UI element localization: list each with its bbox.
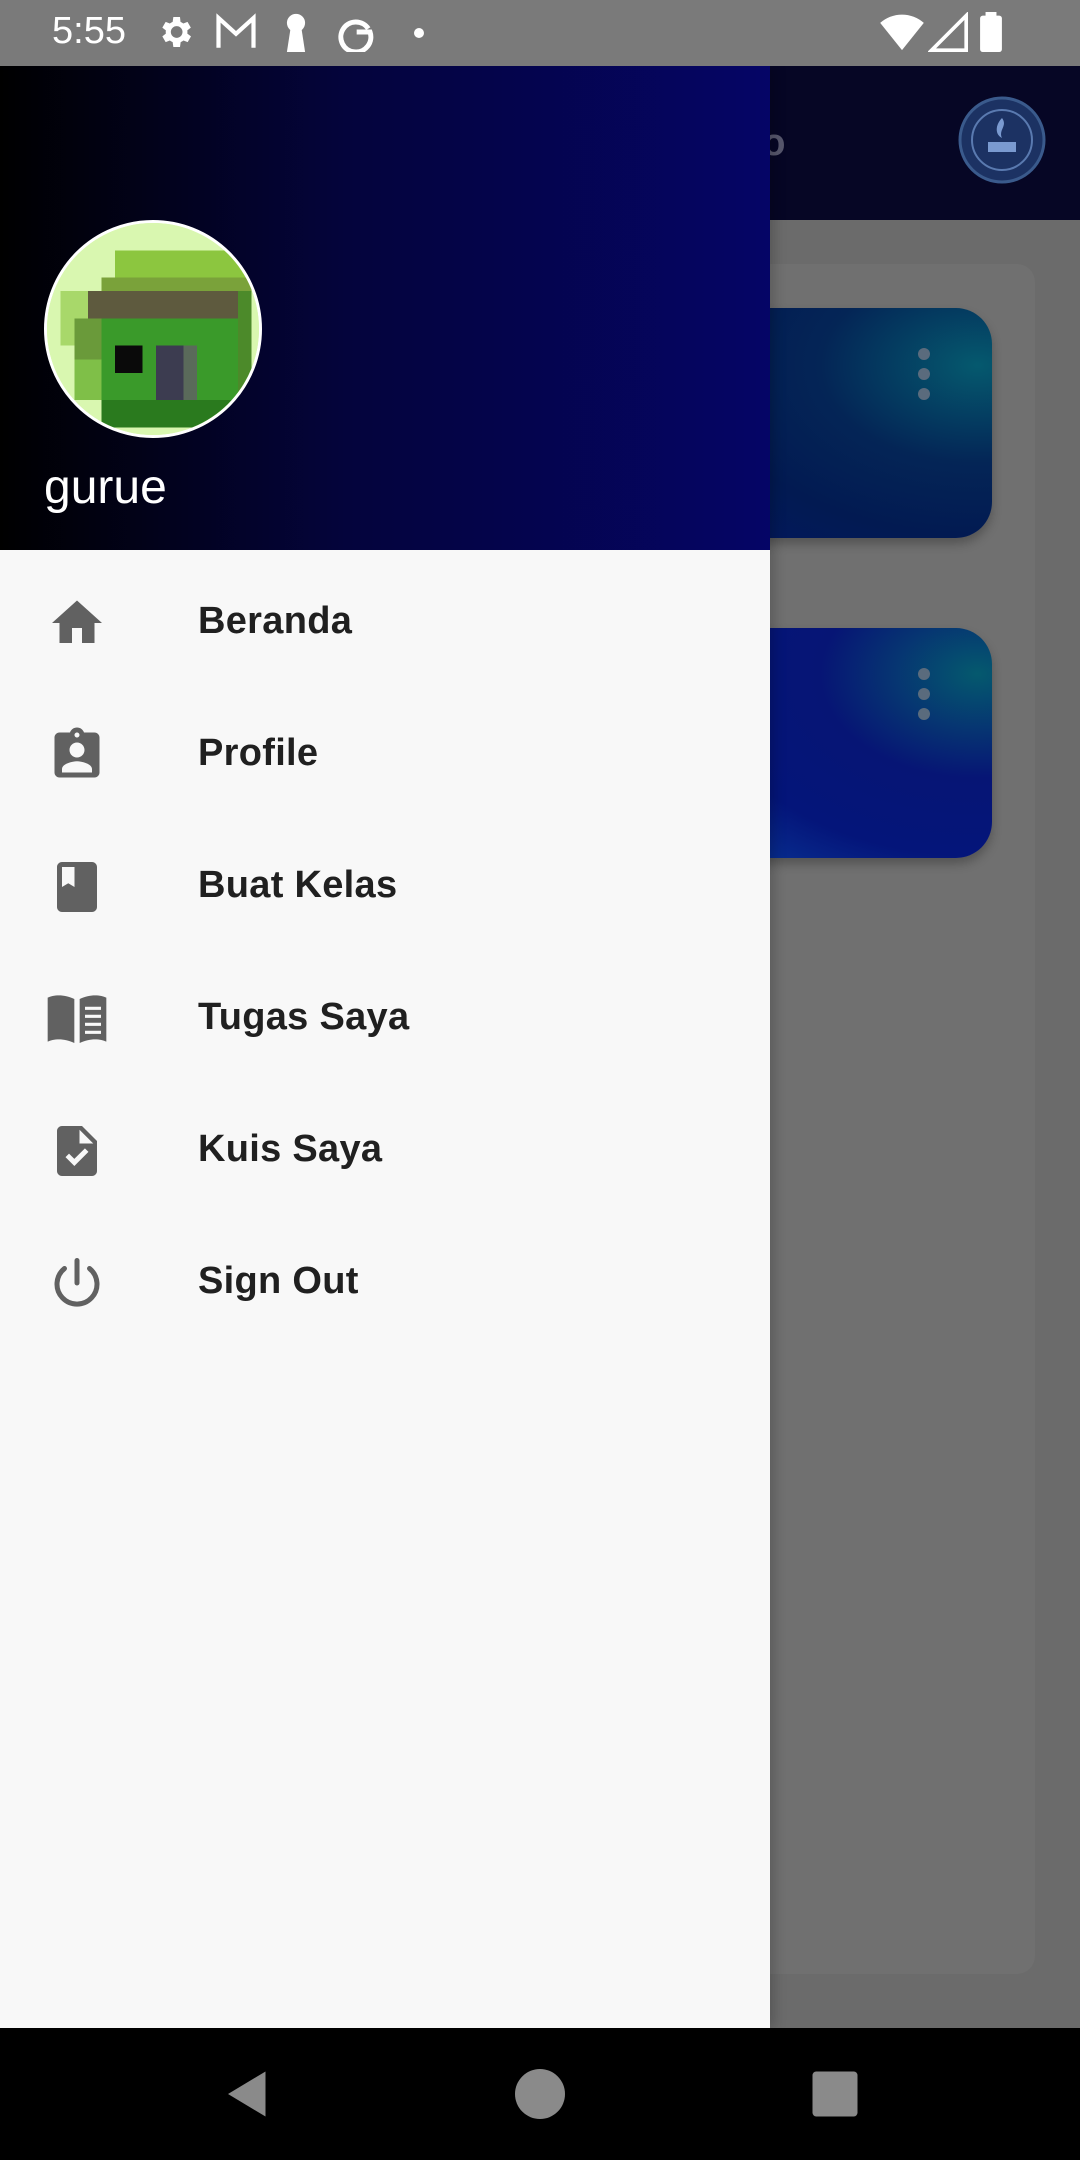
system-nav-bar	[0, 2028, 1080, 2160]
status-bar: 5:55	[0, 0, 1080, 66]
status-time: 5:55	[52, 10, 126, 52]
menu-item-label: Beranda	[198, 600, 353, 642]
school-seal-logo	[958, 96, 1046, 184]
menu-item-label: Buat Kelas	[198, 864, 398, 906]
document-check-icon	[44, 1118, 110, 1184]
power-icon	[44, 1250, 110, 1316]
menu-item-kuis-saya[interactable]: Kuis Saya	[0, 1078, 770, 1210]
recents-button[interactable]	[805, 2064, 865, 2124]
battery-icon	[980, 12, 1002, 57]
more-vert-icon[interactable]	[918, 348, 932, 402]
drawer-header: gurue	[0, 66, 770, 550]
menu-item-profile[interactable]: Profile	[0, 682, 770, 814]
menu-item-label: Profile	[198, 732, 319, 774]
avatar[interactable]	[44, 220, 262, 438]
menu-item-beranda[interactable]: Beranda	[0, 550, 770, 682]
menu-item-tugas-saya[interactable]: Tugas Saya	[0, 946, 770, 1078]
drawer-menu: Beranda Profile Buat Kelas Tugas Saya Ku…	[0, 550, 770, 1342]
back-button[interactable]	[218, 2064, 278, 2124]
profile-badge-icon	[44, 722, 110, 788]
menu-item-sign-out[interactable]: Sign Out	[0, 1210, 770, 1342]
menu-item-label: Tugas Saya	[198, 996, 410, 1038]
signal-icon	[927, 11, 968, 57]
gear-icon	[155, 12, 195, 57]
home-button[interactable]	[510, 2064, 570, 2124]
menu-item-label: Sign Out	[198, 1260, 359, 1302]
menu-item-label: Kuis Saya	[198, 1128, 383, 1170]
open-book-icon	[44, 986, 110, 1052]
dot-icon	[413, 26, 425, 44]
gmail-icon	[215, 12, 257, 57]
google-icon	[335, 12, 375, 57]
wifi-icon	[880, 12, 924, 57]
keyhole-icon	[283, 12, 309, 57]
more-vert-icon[interactable]	[918, 668, 932, 722]
bookmark-book-icon	[44, 854, 110, 920]
navigation-drawer: gurue Beranda Profile Buat Kelas Tugas S…	[0, 66, 770, 2028]
username: gurue	[44, 461, 167, 514]
menu-item-buat-kelas[interactable]: Buat Kelas	[0, 814, 770, 946]
home-icon	[44, 590, 110, 656]
